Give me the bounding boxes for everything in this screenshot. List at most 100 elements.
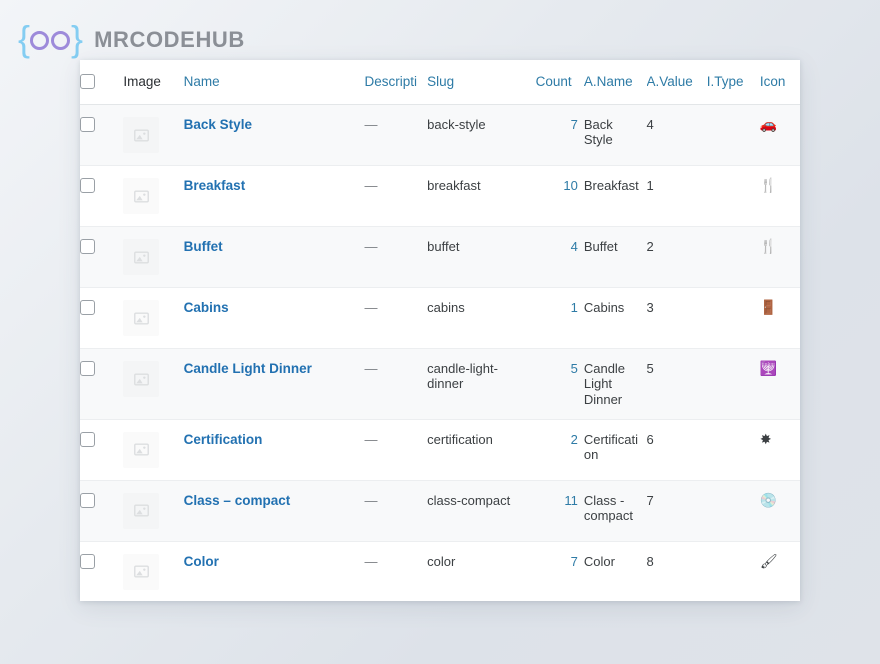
terms-table-panel: Image Name Descripti Slug Count A.Name A… [80, 60, 800, 601]
column-header-name[interactable]: Name [183, 60, 365, 105]
row-checkbox[interactable] [80, 300, 95, 315]
row-checkbox[interactable] [80, 431, 95, 447]
term-count-link[interactable]: 1 [571, 300, 578, 315]
row-icon-cell: 💿 [759, 480, 800, 542]
term-name-link[interactable]: Class – compact [184, 493, 291, 508]
row-select-cell [80, 348, 124, 420]
term-count-link[interactable]: 7 [571, 554, 578, 569]
row-icon-cell: 🚪 [759, 287, 800, 349]
logo-mark: { } [18, 18, 83, 59]
column-header-slug[interactable]: Slug [427, 60, 536, 105]
row-a-value-cell: 1 [646, 165, 707, 227]
row-a-name-cell: Breakfast [583, 165, 647, 227]
term-count-link[interactable]: 5 [571, 361, 578, 376]
row-i-type-cell [706, 480, 760, 542]
table-row[interactable]: Breakfast — breakfast 10 Breakfast 1 🍴 [80, 165, 800, 227]
table-row[interactable]: Class – compact — class-compact 11 Class - c… [80, 480, 800, 542]
term-count-link[interactable]: 11 [564, 493, 578, 508]
column-header-a-value[interactable]: A.Value [646, 60, 707, 105]
term-name-link[interactable]: Buffet [184, 239, 223, 254]
row-count-cell: 10 [535, 165, 584, 227]
row-description-cell: — [364, 104, 428, 166]
brace-right-icon: } [71, 18, 83, 59]
table-header-row: Image Name Descripti Slug Count A.Name A… [80, 60, 800, 105]
term-name-link[interactable]: Candle Light Dinner [184, 361, 312, 376]
row-checkbox[interactable] [80, 178, 95, 193]
row-checkbox[interactable] [80, 117, 95, 132]
row-name-cell: Certification [183, 419, 365, 481]
brand-logo[interactable]: { } MRCODEHUB [18, 18, 245, 59]
term-name-link[interactable]: Color [184, 554, 219, 569]
row-a-name-cell: Back Style [583, 104, 647, 166]
image-placeholder-icon [123, 492, 160, 529]
row-select-cell [80, 165, 124, 227]
term-name-link[interactable]: Breakfast [184, 178, 246, 193]
row-checkbox[interactable] [80, 492, 95, 508]
table-row[interactable]: Cabins — cabins 1 Cabins 3 🚪 [80, 287, 800, 349]
row-name-cell: Back Style [183, 104, 365, 166]
row-i-type-cell [706, 541, 760, 601]
car-icon: 🚗 [759, 116, 778, 132]
row-a-name-cell: Class - compact [583, 480, 647, 542]
image-placeholder-icon [123, 361, 160, 397]
table-row[interactable]: Buffet — buffet 4 Buffet 2 🍴 [80, 226, 800, 288]
row-name-cell: Breakfast [183, 165, 365, 227]
row-i-type-cell [706, 104, 760, 166]
description-value: — [364, 492, 378, 508]
row-select-cell [80, 226, 124, 288]
image-placeholder-icon [123, 553, 160, 590]
row-checkbox[interactable] [80, 553, 95, 569]
row-checkbox[interactable] [80, 239, 95, 254]
term-name-link[interactable]: Certification [184, 432, 263, 447]
row-name-cell: Candle Light Dinner [183, 348, 365, 420]
o-ring-left-icon [30, 30, 50, 50]
o-ring-right-icon [51, 30, 71, 50]
term-name-link[interactable]: Cabins [184, 300, 229, 315]
table-row[interactable]: Back Style — back-style 7 Back Style 4 🚗 [80, 104, 800, 166]
column-header-a-name[interactable]: A.Name [583, 60, 647, 105]
row-a-value-cell: 3 [646, 287, 707, 349]
description-value: — [364, 431, 378, 447]
row-a-name-cell: Certification [583, 419, 647, 481]
row-a-value-cell: 2 [646, 226, 707, 288]
row-i-type-cell [706, 287, 760, 349]
column-header-icon[interactable]: Icon [759, 60, 800, 105]
row-a-value-cell: 6 [646, 419, 707, 481]
row-slug-cell: buffet [427, 226, 536, 288]
select-all-checkbox[interactable] [80, 74, 95, 89]
row-i-type-cell [706, 419, 760, 481]
row-description-cell: — [364, 226, 428, 288]
column-header-description[interactable]: Descripti [364, 60, 428, 105]
row-i-type-cell [706, 165, 760, 227]
row-image-cell [123, 348, 184, 420]
term-count-link[interactable]: 4 [571, 239, 578, 254]
table-row[interactable]: Color — color 7 Color 8 🖌 [80, 541, 800, 601]
column-header-count[interactable]: Count [535, 60, 584, 105]
row-slug-cell: breakfast [427, 165, 536, 227]
row-checkbox[interactable] [80, 361, 95, 376]
term-name-link[interactable]: Back Style [184, 117, 252, 132]
row-a-name-cell: Color [583, 541, 647, 601]
row-icon-cell: 🖌 [759, 541, 800, 601]
row-icon-cell: 🕎 [759, 348, 800, 420]
description-value: — [364, 300, 378, 315]
row-select-cell [80, 480, 124, 542]
row-count-cell: 5 [535, 348, 584, 420]
column-header-image: Image [123, 60, 184, 105]
row-description-cell: — [364, 165, 428, 227]
row-image-cell [123, 480, 184, 542]
column-header-i-type[interactable]: I.Type [706, 60, 760, 105]
row-count-cell: 11 [535, 480, 584, 542]
term-count-link[interactable]: 2 [571, 432, 578, 447]
row-select-cell [80, 419, 124, 481]
row-slug-cell: certification [427, 419, 536, 481]
table-row[interactable]: Candle Light Dinner — candle-light-dinner 5… [80, 348, 800, 420]
row-select-cell [80, 104, 124, 166]
disc-icon: 💿 [759, 491, 778, 508]
terms-table: Image Name Descripti Slug Count A.Name A… [80, 60, 800, 601]
term-count-link[interactable]: 7 [571, 117, 578, 132]
row-a-value-cell: 7 [646, 480, 707, 542]
table-row[interactable]: Certification — certification 2 Certificatio… [80, 419, 800, 481]
row-description-cell: — [364, 541, 428, 601]
term-count-link[interactable]: 10 [563, 178, 577, 193]
